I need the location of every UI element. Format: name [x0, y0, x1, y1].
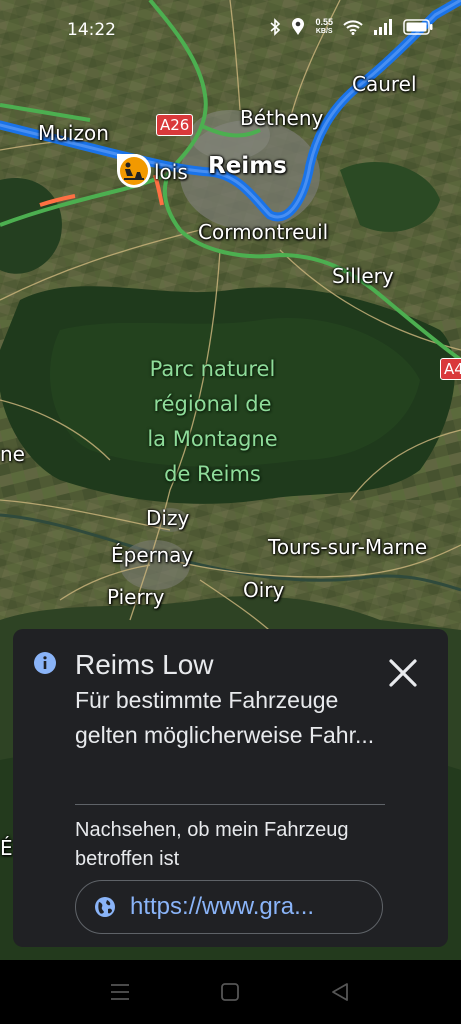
menu-nav-button[interactable] — [108, 980, 132, 1004]
info-icon — [34, 652, 56, 674]
net-speed: 0.55 KB/S — [315, 18, 333, 36]
website-url: https://www.gra... — [130, 893, 315, 920]
card-divider — [75, 804, 385, 805]
park-label-line: régional de — [153, 392, 272, 416]
status-bar: 14:22 0.55 KB/S — [0, 0, 461, 58]
park-label-line: Parc naturel — [149, 357, 276, 381]
system-nav-bar — [0, 960, 461, 1024]
place-label: Tours-sur-Marne — [268, 535, 428, 559]
card-description: Für bestimmte Fahrzeuge gelten möglicher… — [75, 687, 375, 748]
place-label: Dizy — [146, 506, 190, 530]
place-label: ne — [0, 442, 25, 466]
website-button[interactable]: https://www.gra... — [75, 880, 383, 934]
bluetooth-icon — [270, 18, 281, 36]
close-button[interactable] — [383, 653, 423, 693]
card-title: Reims Low — [75, 649, 214, 680]
info-card: Reims Low Für bestimmte Fahrzeuge gelten… — [13, 629, 448, 947]
place-label: Bétheny — [240, 106, 324, 130]
home-nav-button[interactable] — [218, 980, 242, 1004]
place-label: Caurel — [352, 72, 417, 96]
road-work-icon — [117, 154, 151, 188]
place-label: Sillery — [332, 264, 394, 288]
place-label: É — [0, 836, 13, 860]
place-label: Muizon — [38, 121, 109, 145]
status-time: 14:22 — [67, 20, 116, 40]
globe-icon — [95, 897, 115, 917]
status-icons: 0.55 KB/S — [269, 18, 433, 36]
wifi-icon — [343, 20, 363, 35]
location-icon — [292, 18, 305, 35]
place-label: Cormontreuil — [198, 220, 329, 244]
net-speed-value: 0.55 — [315, 17, 333, 27]
battery-icon — [403, 19, 433, 35]
park-label: Parc naturel régional de la Montagne de … — [110, 352, 315, 492]
place-label-reims: Reims — [208, 153, 287, 179]
back-nav-button[interactable] — [328, 980, 352, 1004]
close-icon — [389, 659, 417, 687]
menu-icon — [111, 984, 129, 1000]
park-label-line: de Reims — [164, 462, 261, 486]
construction-marker[interactable] — [113, 150, 155, 192]
road-shield: A26 — [156, 114, 194, 136]
home-square-icon — [221, 983, 239, 1001]
road-shield: A4 — [440, 358, 461, 380]
net-speed-unit: KB/S — [315, 28, 333, 35]
signal-icon — [374, 19, 392, 35]
check-vehicle-link[interactable]: Nachsehen, ob mein Fahrzeug betroffen is… — [75, 816, 395, 874]
place-label: lois — [154, 160, 188, 184]
place-label: Pierry — [107, 585, 165, 609]
place-label: Épernay — [111, 543, 194, 567]
park-label-line: la Montagne — [147, 427, 278, 451]
place-label: Oiry — [243, 578, 285, 602]
back-triangle-icon — [332, 983, 348, 1001]
